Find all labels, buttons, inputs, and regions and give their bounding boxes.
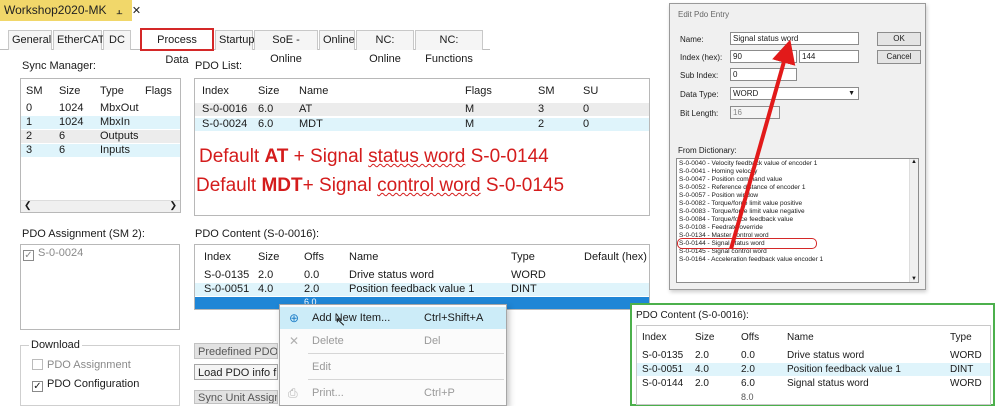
- download-label: Download: [29, 339, 82, 351]
- pdo-configuration-checkbox[interactable]: ✓ PDO Configuration: [32, 378, 139, 392]
- load-pdo-info-button[interactable]: Load PDO info from: [194, 364, 278, 380]
- col-header: Default (hex): [584, 251, 647, 263]
- pdo-list-label: PDO List:: [195, 60, 243, 72]
- col-header: Name: [787, 332, 814, 343]
- col-header: SU: [583, 85, 599, 97]
- delete-x-icon: ✕: [289, 334, 300, 348]
- table-row[interactable]: S-0-0024 6.0 MDT M 2 0: [195, 118, 649, 131]
- tab-nc-functions[interactable]: NC: Functions: [415, 30, 483, 65]
- window-title: Workshop2020-MK: [4, 3, 107, 17]
- table-row[interactable]: 2 6 Outputs: [21, 130, 180, 143]
- menu-item-delete[interactable]: ✕ Delete Del: [280, 330, 506, 352]
- tab-bar: General EtherCAT DC Process Data Startup…: [0, 28, 490, 66]
- document-tab[interactable]: Workshop2020-MK ⫠ ✕: [0, 0, 141, 22]
- col-header: Type: [100, 85, 124, 97]
- col-header: Index: [202, 85, 229, 97]
- table-row[interactable]: S-0-0135 2.0 0.0 Drive status word WORD: [195, 269, 649, 282]
- table-row[interactable]: 3 6 Inputs: [21, 144, 180, 157]
- printer-icon: ⎙: [288, 386, 298, 400]
- col-header: Size: [258, 85, 280, 97]
- col-header: Flags: [465, 85, 492, 97]
- col-header: Name: [299, 85, 329, 97]
- tab-nc-online[interactable]: NC: Online: [356, 30, 414, 65]
- table-row[interactable]: 1 1024 MbxIn: [21, 116, 180, 129]
- predefined-pdo-button[interactable]: Predefined PDO A: [194, 343, 278, 359]
- table-row-partial[interactable]: 8.0: [637, 392, 990, 404]
- col-header: Flags: [145, 85, 172, 97]
- context-menu: ⊕ Add New Item... Ctrl+Shift+A ✕ Delete …: [279, 304, 507, 406]
- annotation-line-1: Default AT + Signal status word S-0-0144: [199, 146, 549, 167]
- tab-ethercat[interactable]: EtherCAT: [53, 30, 104, 50]
- menu-item-edit[interactable]: Edit: [280, 356, 506, 378]
- pin-icon[interactable]: ⫠: [116, 1, 123, 22]
- col-header: Size: [695, 332, 715, 343]
- table-row[interactable]: S-0-0144 2.0 6.0 Signal status word WORD: [637, 377, 990, 390]
- table-row[interactable]: S-0-0051 4.0 2.0 Position feedback value…: [195, 283, 649, 296]
- download-group: Download PDO Assignment ✓ PDO Configurati…: [20, 339, 180, 406]
- horizontal-scrollbar[interactable]: ❮ ❯: [21, 200, 180, 212]
- col-header: SM: [26, 85, 43, 97]
- checkbox-checked-icon[interactable]: ✓: [23, 250, 34, 261]
- tab-startup[interactable]: Startup: [215, 30, 254, 50]
- pdo-assignment-list: ✓ S-0-0024: [20, 244, 180, 330]
- mouse-cursor-icon: ↖: [335, 314, 346, 329]
- scroll-right-icon[interactable]: ❯: [169, 200, 177, 211]
- add-item-icon: ⊕: [289, 311, 300, 325]
- col-header: Offs: [741, 332, 760, 343]
- col-header: Index: [642, 332, 667, 343]
- col-header: Size: [258, 251, 280, 263]
- tab-soe-online[interactable]: SoE - Online: [254, 30, 318, 65]
- pdo-assignment-label: PDO Assignment (SM 2):: [22, 228, 145, 240]
- menu-separator: [308, 379, 504, 380]
- tab-process-data[interactable]: Process Data: [140, 28, 214, 66]
- table-row[interactable]: S-0-0135 2.0 0.0 Drive status word WORD: [637, 349, 990, 362]
- pdo-content-table: Index Size Offs Name Type Default (hex) …: [194, 244, 650, 310]
- pdo-content-label: PDO Content (S-0-0016):: [195, 228, 320, 240]
- col-header: Offs: [304, 251, 324, 263]
- pdo-content-result-table: Index Size Offs Name Type S-0-0135 2.0 0…: [636, 325, 991, 405]
- scroll-left-icon[interactable]: ❮: [24, 200, 32, 211]
- table-row[interactable]: 0 1024 MbxOut: [21, 102, 180, 115]
- tab-dc[interactable]: DC: [103, 30, 131, 50]
- col-header: Type: [950, 332, 972, 343]
- pdo-assignment-item[interactable]: ✓ S-0-0024: [23, 247, 83, 261]
- sync-unit-assignment-button[interactable]: Sync Unit Assignm: [194, 390, 278, 404]
- checkbox-checked-icon[interactable]: ✓: [32, 381, 43, 392]
- menu-item-print[interactable]: ⎙ Print... Ctrl+P: [280, 382, 506, 404]
- close-icon[interactable]: ✕: [132, 1, 141, 22]
- sync-manager-label: Sync Manager:: [22, 60, 96, 72]
- col-header: Index: [204, 251, 231, 263]
- col-header: SM: [538, 85, 555, 97]
- pdo-content-result-label: PDO Content (S-0-0016):: [636, 310, 749, 321]
- sync-manager-table: SM Size Type Flags 0 1024 MbxOut 1 1024 …: [20, 78, 181, 213]
- col-header: Type: [511, 251, 535, 263]
- tab-general[interactable]: General: [8, 30, 52, 50]
- tab-online[interactable]: Online: [319, 30, 355, 50]
- table-row[interactable]: S-0-0051 4.0 2.0 Position feedback value…: [637, 363, 990, 376]
- col-header: Size: [59, 85, 81, 97]
- annotation-line-2: Default MDT+ Signal control word S-0-014…: [196, 175, 565, 196]
- col-header: Name: [349, 251, 379, 263]
- red-arrow-icon: [729, 39, 796, 250]
- checkbox-icon[interactable]: [32, 359, 43, 370]
- menu-item-add-new[interactable]: ⊕ Add New Item... Ctrl+Shift+A: [280, 307, 506, 329]
- table-row[interactable]: S-0-0016 6.0 AT M 3 0: [195, 103, 649, 116]
- pdo-assignment-checkbox[interactable]: PDO Assignment: [32, 359, 131, 372]
- menu-separator: [308, 353, 504, 354]
- pdo-content-result-panel: PDO Content (S-0-0016): Index Size Offs …: [630, 303, 995, 406]
